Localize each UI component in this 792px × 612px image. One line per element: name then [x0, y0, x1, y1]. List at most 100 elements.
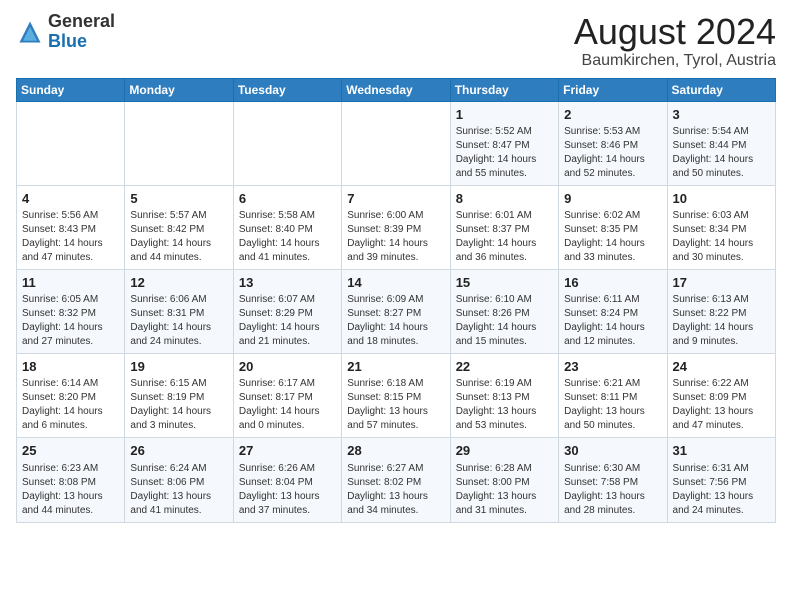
day-header-wednesday: Wednesday — [342, 78, 450, 101]
sunset-text: Sunset: 8:11 PM — [564, 392, 637, 403]
sunrise-text: Sunrise: 5:56 AM — [22, 210, 98, 221]
sunrise-text: Sunrise: 6:02 AM — [564, 210, 640, 221]
cell-1-3 — [233, 101, 341, 185]
sunrise-text: Sunrise: 6:27 AM — [347, 463, 423, 474]
day-number: 21 — [347, 358, 444, 376]
day-number: 1 — [456, 106, 553, 124]
cell-3-7: 17Sunrise: 6:13 AMSunset: 8:22 PMDayligh… — [667, 269, 775, 353]
sunrise-text: Sunrise: 6:26 AM — [239, 463, 315, 474]
sunset-text: Sunset: 8:43 PM — [22, 224, 96, 235]
day-number: 7 — [347, 190, 444, 208]
sunrise-text: Sunrise: 6:03 AM — [673, 210, 749, 221]
sunrise-text: Sunrise: 6:13 AM — [673, 294, 749, 305]
day-number: 29 — [456, 442, 553, 460]
sunrise-text: Sunrise: 6:05 AM — [22, 294, 98, 305]
sunrise-text: Sunrise: 5:57 AM — [130, 210, 206, 221]
week-row-5: 25Sunrise: 6:23 AMSunset: 8:08 PMDayligh… — [17, 438, 776, 522]
daylight-text: Daylight: 14 hours and 50 minutes. — [673, 154, 754, 179]
daylight-text: Daylight: 14 hours and 15 minutes. — [456, 322, 537, 347]
daylight-text: Daylight: 14 hours and 12 minutes. — [564, 322, 645, 347]
day-number: 17 — [673, 274, 770, 292]
daylight-text: Daylight: 13 hours and 44 minutes. — [22, 491, 103, 516]
sunrise-text: Sunrise: 6:18 AM — [347, 378, 423, 389]
day-number: 13 — [239, 274, 336, 292]
sunset-text: Sunset: 7:58 PM — [564, 477, 638, 488]
calendar-table: SundayMondayTuesdayWednesdayThursdayFrid… — [16, 78, 776, 523]
sunset-text: Sunset: 8:40 PM — [239, 224, 313, 235]
daylight-text: Daylight: 14 hours and 41 minutes. — [239, 238, 320, 263]
cell-2-6: 9Sunrise: 6:02 AMSunset: 8:35 PMDaylight… — [559, 185, 667, 269]
sunset-text: Sunset: 8:22 PM — [673, 308, 747, 319]
day-header-saturday: Saturday — [667, 78, 775, 101]
sunset-text: Sunset: 8:17 PM — [239, 392, 313, 403]
cell-4-4: 21Sunrise: 6:18 AMSunset: 8:15 PMDayligh… — [342, 354, 450, 438]
logo-blue: Blue — [48, 31, 87, 51]
daylight-text: Daylight: 14 hours and 47 minutes. — [22, 238, 103, 263]
sunset-text: Sunset: 8:04 PM — [239, 477, 313, 488]
day-number: 19 — [130, 358, 227, 376]
sunrise-text: Sunrise: 6:21 AM — [564, 378, 640, 389]
daylight-text: Daylight: 13 hours and 47 minutes. — [673, 406, 754, 431]
sunrise-text: Sunrise: 6:30 AM — [564, 463, 640, 474]
day-number: 10 — [673, 190, 770, 208]
cell-2-3: 6Sunrise: 5:58 AMSunset: 8:40 PMDaylight… — [233, 185, 341, 269]
sunset-text: Sunset: 8:44 PM — [673, 140, 747, 151]
day-header-monday: Monday — [125, 78, 233, 101]
daylight-text: Daylight: 14 hours and 0 minutes. — [239, 406, 320, 431]
daylight-text: Daylight: 14 hours and 36 minutes. — [456, 238, 537, 263]
day-number: 27 — [239, 442, 336, 460]
sunset-text: Sunset: 8:13 PM — [456, 392, 530, 403]
cell-2-4: 7Sunrise: 6:00 AMSunset: 8:39 PMDaylight… — [342, 185, 450, 269]
sunrise-text: Sunrise: 6:23 AM — [22, 463, 98, 474]
sunset-text: Sunset: 8:37 PM — [456, 224, 530, 235]
day-number: 20 — [239, 358, 336, 376]
logo-text: General Blue — [48, 12, 115, 52]
cell-4-2: 19Sunrise: 6:15 AMSunset: 8:19 PMDayligh… — [125, 354, 233, 438]
day-number: 18 — [22, 358, 119, 376]
sunrise-text: Sunrise: 5:52 AM — [456, 126, 532, 137]
sunrise-text: Sunrise: 6:06 AM — [130, 294, 206, 305]
cell-3-5: 15Sunrise: 6:10 AMSunset: 8:26 PMDayligh… — [450, 269, 558, 353]
week-row-2: 4 Sunrise: 5:56 AM Sunset: 8:43 PM Daylight… — [17, 185, 776, 269]
cell-4-3: 20Sunrise: 6:17 AMSunset: 8:17 PMDayligh… — [233, 354, 341, 438]
sunrise-text: Sunrise: 6:07 AM — [239, 294, 315, 305]
cell-4-7: 24Sunrise: 6:22 AMSunset: 8:09 PMDayligh… — [667, 354, 775, 438]
daylight-text: Daylight: 13 hours and 31 minutes. — [456, 491, 537, 516]
day-header-sunday: Sunday — [17, 78, 125, 101]
sunrise-text: Sunrise: 6:14 AM — [22, 378, 98, 389]
logo: General Blue — [16, 12, 115, 52]
cell-1-2 — [125, 101, 233, 185]
header: General Blue August 2024 Baumkirchen, Ty… — [16, 12, 776, 70]
sunset-text: Sunset: 8:27 PM — [347, 308, 421, 319]
daylight-text: Daylight: 14 hours and 6 minutes. — [22, 406, 103, 431]
sunset-text: Sunset: 8:08 PM — [22, 477, 96, 488]
cell-4-6: 23Sunrise: 6:21 AMSunset: 8:11 PMDayligh… — [559, 354, 667, 438]
day-number: 23 — [564, 358, 661, 376]
sunrise-text: Sunrise: 6:01 AM — [456, 210, 532, 221]
cell-5-3: 27Sunrise: 6:26 AMSunset: 8:04 PMDayligh… — [233, 438, 341, 522]
sunset-text: Sunset: 8:19 PM — [130, 392, 204, 403]
cell-1-7: 3Sunrise: 5:54 AMSunset: 8:44 PMDaylight… — [667, 101, 775, 185]
cell-2-5: 8Sunrise: 6:01 AMSunset: 8:37 PMDaylight… — [450, 185, 558, 269]
day-number: 26 — [130, 442, 227, 460]
sunset-text: Sunset: 8:32 PM — [22, 308, 96, 319]
sunrise-text: Sunrise: 6:31 AM — [673, 463, 749, 474]
cell-3-2: 12Sunrise: 6:06 AMSunset: 8:31 PMDayligh… — [125, 269, 233, 353]
day-number: 16 — [564, 274, 661, 292]
cell-2-1: 4 Sunrise: 5:56 AM Sunset: 8:43 PM Daylight… — [17, 185, 125, 269]
sunset-text: Sunset: 8:46 PM — [564, 140, 638, 151]
day-number: 12 — [130, 274, 227, 292]
daylight-text: Daylight: 14 hours and 24 minutes. — [130, 322, 211, 347]
sunrise-text: Sunrise: 6:19 AM — [456, 378, 532, 389]
sunset-text: Sunset: 8:42 PM — [130, 224, 204, 235]
day-number: 4 — [22, 190, 119, 208]
sunrise-text: Sunrise: 6:11 AM — [564, 294, 639, 305]
sunset-text: Sunset: 7:56 PM — [673, 477, 747, 488]
sunset-text: Sunset: 8:35 PM — [564, 224, 638, 235]
sunset-text: Sunset: 8:29 PM — [239, 308, 313, 319]
daylight-text: Daylight: 14 hours and 21 minutes. — [239, 322, 320, 347]
cell-3-3: 13 Sunrise: 6:07 AM Sunset: 8:29 PM Dayligh… — [233, 269, 341, 353]
day-number: 11 — [22, 274, 119, 292]
cell-5-5: 29Sunrise: 6:28 AMSunset: 8:00 PMDayligh… — [450, 438, 558, 522]
daylight-text: Daylight: 14 hours and 52 minutes. — [564, 154, 645, 179]
